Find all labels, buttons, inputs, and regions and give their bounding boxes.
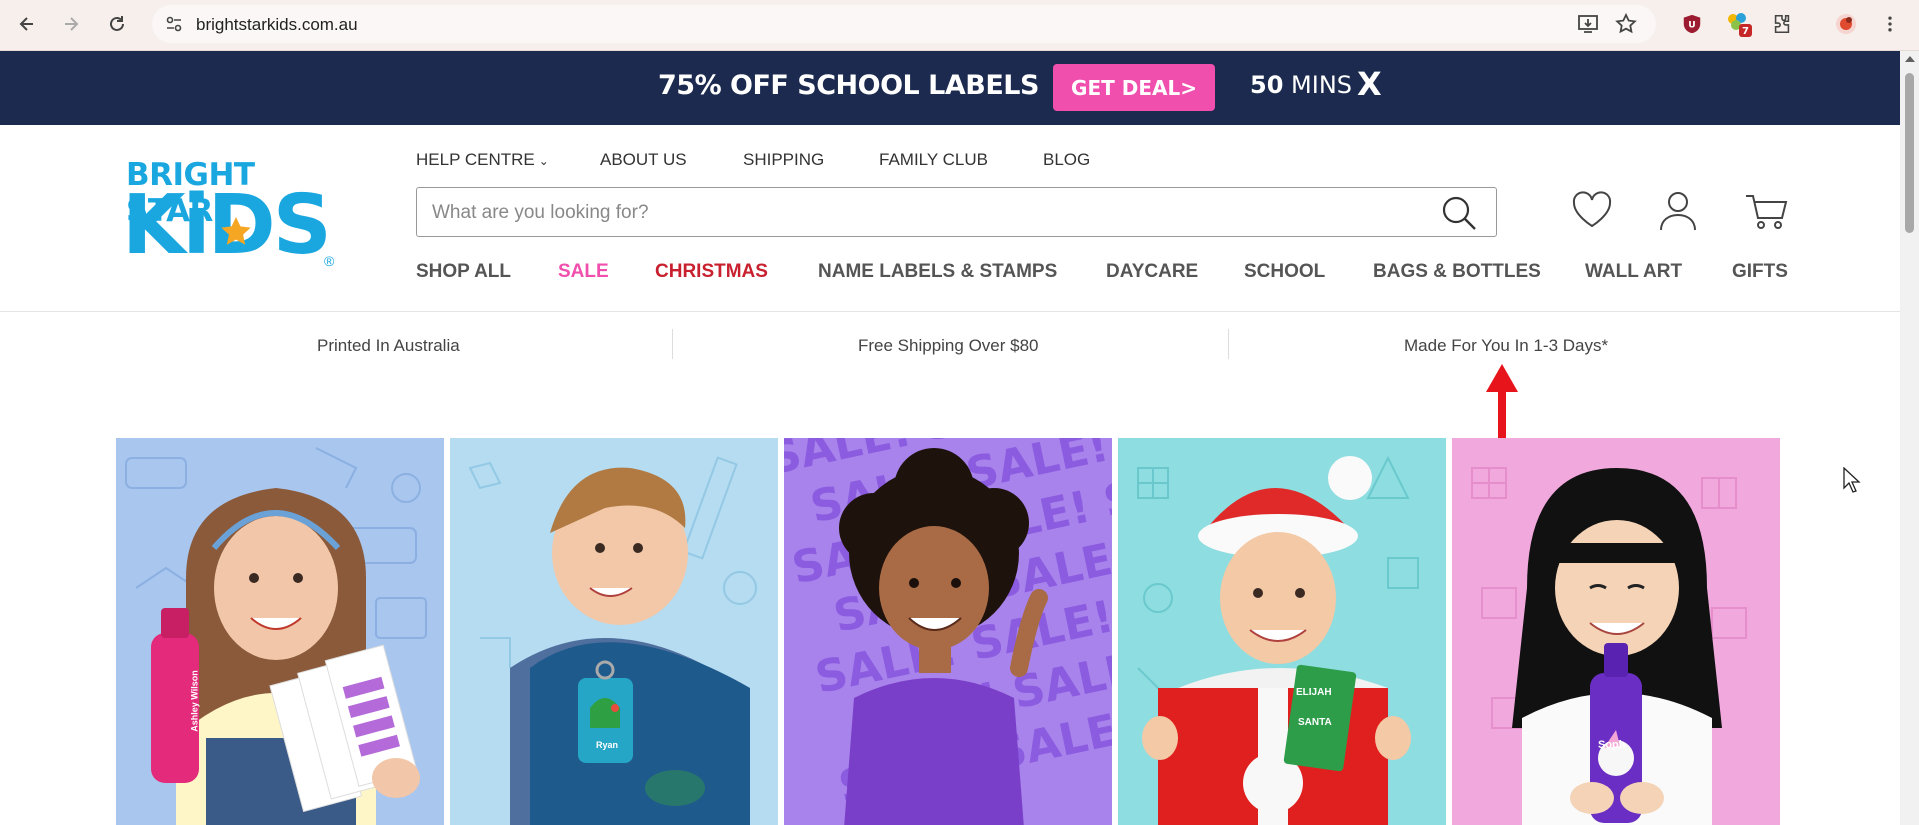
color-extension-icon[interactable]: 7 xyxy=(1724,10,1752,38)
nav-bags-bottles[interactable]: BAGS & BOTTLES xyxy=(1373,261,1541,283)
promo-close-button[interactable]: X xyxy=(1357,65,1382,103)
nav-name-labels[interactable]: NAME LABELS & STAMPS xyxy=(818,261,1057,283)
mouse-cursor-icon xyxy=(1843,467,1861,493)
nav-school[interactable]: SCHOOL xyxy=(1244,261,1325,283)
nav-gifts[interactable]: GIFTS xyxy=(1732,261,1788,283)
tile-girl-bottle-image xyxy=(116,438,444,825)
browser-menu-icon[interactable] xyxy=(1876,10,1904,38)
category-tile-gifts[interactable]: Soph xyxy=(1452,438,1780,825)
promo-countdown: 50 MINS xyxy=(1250,71,1352,99)
nav-shop-all[interactable]: SHOP ALL xyxy=(416,261,511,283)
profile-avatar-icon[interactable] xyxy=(1832,10,1860,38)
nav-family-club[interactable]: FAMILY CLUB xyxy=(879,150,988,170)
forward-button[interactable] xyxy=(55,8,87,40)
extensions-puzzle-icon[interactable] xyxy=(1768,10,1796,38)
browser-toolbar: brightstarkids.com.au U 7 xyxy=(0,0,1919,51)
category-tile-bags[interactable]: Ryan xyxy=(450,438,778,825)
tile4-tag-line2: SANTA xyxy=(1298,717,1332,728)
ublock-extension-icon[interactable]: U xyxy=(1678,10,1706,38)
scrollbar-thumb[interactable] xyxy=(1905,73,1914,233)
get-deal-button[interactable]: GET DEAL> xyxy=(1053,64,1215,111)
back-arrow-icon xyxy=(19,17,33,31)
category-tile-christmas[interactable]: ELIJAH SANTA xyxy=(1118,438,1446,825)
nav-about-us[interactable]: ABOUT US xyxy=(600,150,687,170)
tile-girl-unicorn-bottle-image xyxy=(1452,438,1780,825)
chevron-down-icon: ⌄ xyxy=(538,154,549,168)
search-icon[interactable] xyxy=(1440,194,1478,232)
cart-icon[interactable] xyxy=(1744,188,1788,232)
nav-daycare[interactable]: DAYCARE xyxy=(1106,261,1198,283)
tile5-bottle-name: Soph xyxy=(1598,739,1626,751)
promo-title: 75% OFF SCHOOL LABELS xyxy=(658,70,1039,101)
promo-timer-value: 50 xyxy=(1250,71,1284,99)
tile2-tag-name: Ryan xyxy=(596,740,619,750)
tile-girl-sale-image xyxy=(839,448,1048,825)
nav-help-centre[interactable]: HELP CENTRE ⌄ xyxy=(416,150,549,170)
search-input[interactable]: What are you looking for? xyxy=(432,202,649,224)
usp-free-shipping: Free Shipping Over $80 xyxy=(858,336,1039,355)
page-scrollbar[interactable] xyxy=(1900,51,1919,825)
usp-made-for-you: Made For You In 1-3 Days* xyxy=(1404,336,1609,355)
usp-divider xyxy=(1228,329,1229,359)
brand-logo[interactable]: BRIGHT STAR KiDS ® xyxy=(122,155,342,275)
nav-help-centre-label: HELP CENTRE xyxy=(416,150,535,169)
nav-sale[interactable]: SALE xyxy=(558,261,609,283)
nav-christmas[interactable]: CHRISTMAS xyxy=(655,261,768,283)
svg-text:U: U xyxy=(1688,20,1695,31)
logo-registered-mark: ® xyxy=(324,253,335,269)
nav-blog[interactable]: BLOG xyxy=(1043,150,1090,170)
promo-timer-unit: MINS xyxy=(1291,71,1353,99)
tile-boy-gift-image xyxy=(1118,438,1446,825)
reload-button[interactable] xyxy=(101,8,133,40)
extension-badge-count: 7 xyxy=(1742,26,1749,37)
usp-divider xyxy=(672,329,673,359)
tile-boy-backpack-image xyxy=(450,438,778,825)
install-app-icon[interactable] xyxy=(1576,12,1600,36)
tile1-bottle-name: Ashley Wilson xyxy=(189,670,200,732)
bookmark-star-icon[interactable] xyxy=(1614,12,1638,36)
search-box[interactable]: What are you looking for? xyxy=(416,187,1497,237)
nav-wall-art[interactable]: WALL ART xyxy=(1585,261,1682,283)
address-bar[interactable]: brightstarkids.com.au xyxy=(152,5,1656,43)
wishlist-heart-icon[interactable] xyxy=(1570,188,1614,232)
back-button[interactable] xyxy=(11,8,43,40)
site-settings-icon[interactable] xyxy=(164,14,184,34)
logo-star-icon xyxy=(221,217,251,245)
promo-banner: 75% OFF SCHOOL LABELS GET DEAL> 50 MINS … xyxy=(0,51,1900,125)
account-user-icon[interactable] xyxy=(1656,188,1700,232)
reload-icon xyxy=(110,16,124,31)
usp-printed-in-australia: Printed In Australia xyxy=(317,336,460,355)
tile4-tag-line1: ELIJAH xyxy=(1296,687,1332,698)
forward-arrow-icon xyxy=(65,17,79,31)
scroll-up-icon[interactable] xyxy=(1905,56,1915,62)
url-text: brightstarkids.com.au xyxy=(196,15,358,34)
nav-shipping[interactable]: SHIPPING xyxy=(743,150,824,170)
category-tile-sale[interactable]: SALE! SALE! SALE! SALE! SALE! SALE! SALE… xyxy=(784,438,1112,825)
category-tile-labels[interactable]: Ashley Wilson xyxy=(116,438,444,825)
header-divider xyxy=(0,311,1900,312)
red-annotation-arrow-icon xyxy=(1486,364,1518,438)
